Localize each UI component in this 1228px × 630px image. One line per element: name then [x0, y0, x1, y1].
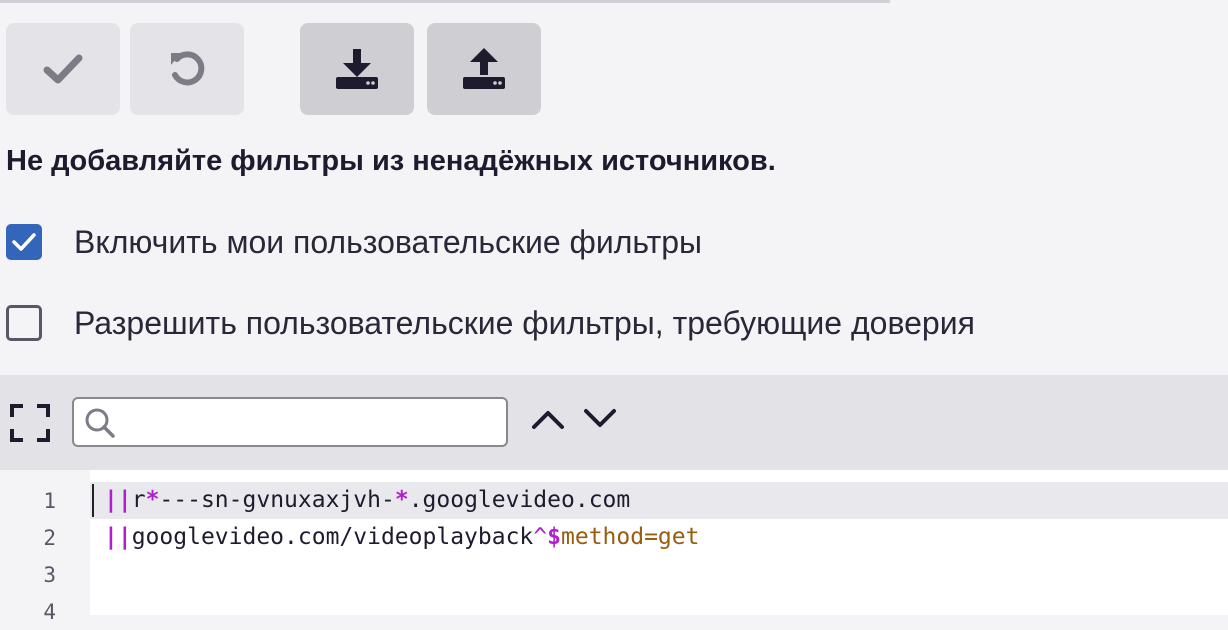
anchor-token: ||	[104, 487, 132, 513]
checkmark-icon	[12, 233, 36, 251]
apply-button[interactable]	[6, 23, 120, 115]
import-button[interactable]	[300, 23, 414, 115]
chevron-up-icon[interactable]	[530, 405, 566, 433]
checkmark-icon	[43, 54, 83, 84]
text-token: .googlevideo.com	[408, 487, 631, 513]
top-divider	[0, 0, 890, 3]
enable-custom-filters-option[interactable]: Включить мои пользовательские фильтры	[6, 222, 702, 262]
enable-custom-filters-checkbox[interactable]	[6, 224, 42, 260]
untrusted-sources-warning: Не добавляйте фильтры из ненадёжных исто…	[6, 145, 776, 177]
revert-button[interactable]	[130, 23, 244, 115]
text-token: googlevideo.com/videoplayback	[131, 524, 534, 550]
editor-toolbar	[0, 375, 1228, 470]
fullscreen-icon[interactable]	[9, 403, 51, 443]
editor-line[interactable]: ||r*---sn-gvnuxaxjvh-*.googlevideo.com	[90, 482, 1228, 519]
wildcard-token: *	[394, 487, 409, 513]
editor-line[interactable]: ||googlevideo.com/videoplayback^$method=…	[90, 519, 1228, 556]
separator-token: ^	[533, 524, 548, 550]
chevron-down-icon[interactable]	[582, 405, 618, 433]
search-input[interactable]	[124, 403, 498, 443]
filter-rule: ||googlevideo.com/videoplayback^$method=…	[104, 519, 699, 556]
option-delimiter-token: $	[547, 524, 561, 550]
line-number: 3	[43, 563, 56, 587]
upload-icon	[463, 48, 505, 89]
allow-trusted-filters-option[interactable]: Разрешить пользовательские фильтры, треб…	[6, 303, 975, 343]
line-number: 1	[43, 489, 56, 513]
search-box[interactable]	[72, 397, 508, 447]
text-cursor	[92, 484, 94, 517]
export-button[interactable]	[427, 23, 541, 115]
option-token: method=get	[561, 524, 700, 550]
enable-custom-filters-label: Включить мои пользовательские фильтры	[74, 223, 703, 260]
allow-trusted-filters-label: Разрешить пользовательские фильтры, треб…	[74, 304, 975, 341]
allow-trusted-filters-checkbox[interactable]	[6, 305, 42, 341]
text-token: ---sn-gvnuxaxjvh-	[159, 487, 395, 513]
anchor-token: ||	[104, 524, 132, 550]
text-token: r	[131, 487, 146, 513]
filter-editor[interactable]: ||r*---sn-gvnuxaxjvh-*.googlevideo.com |…	[90, 470, 1228, 615]
download-icon	[336, 49, 378, 89]
wildcard-token: *	[145, 487, 160, 513]
filter-rule: ||r*---sn-gvnuxaxjvh-*.googlevideo.com	[104, 482, 630, 519]
line-number: 4	[43, 600, 56, 624]
search-icon	[85, 408, 115, 438]
line-number-gutter: 1 2 3 4	[0, 470, 90, 624]
undo-icon	[171, 51, 205, 86]
line-number: 2	[43, 526, 56, 550]
